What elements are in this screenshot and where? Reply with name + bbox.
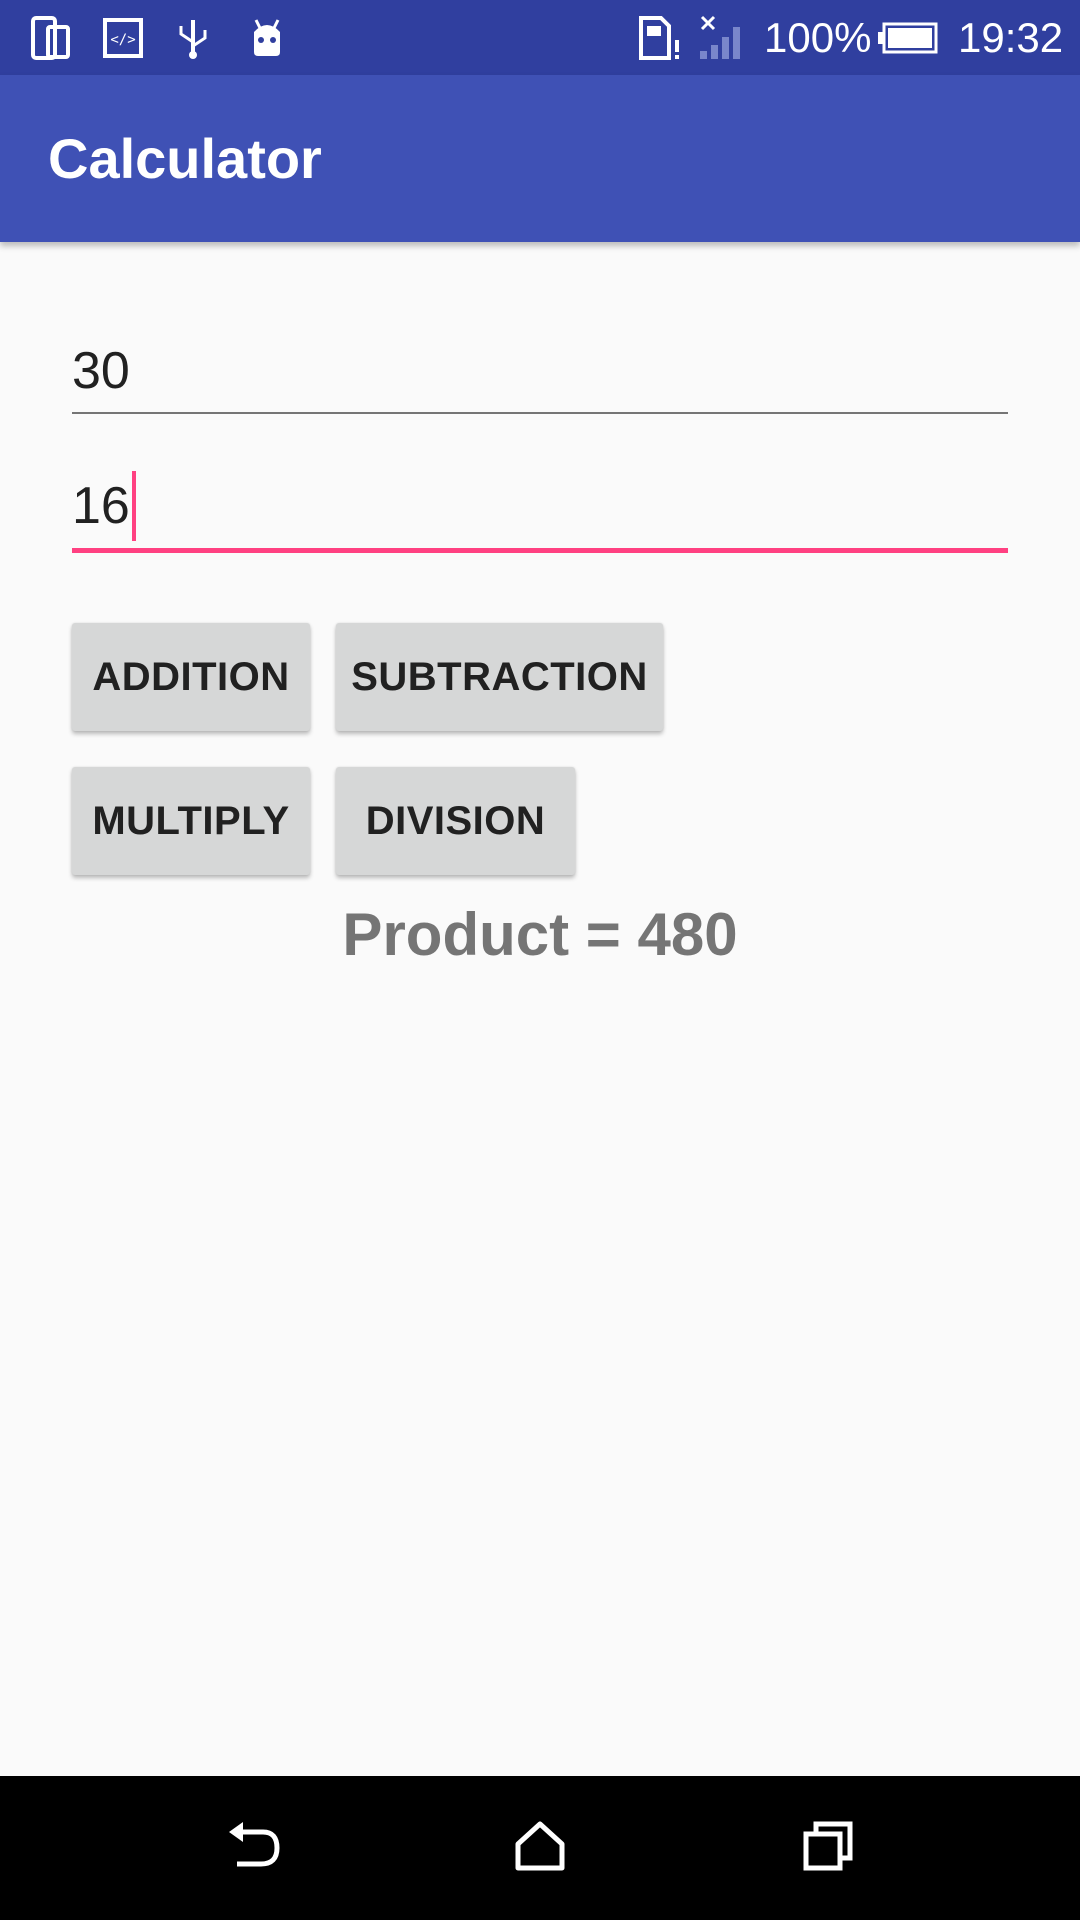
first-number-underline [72,412,1008,414]
battery-percent: 100% [764,14,872,61]
result-text: Product = 480 [342,901,738,968]
home-icon [514,1820,566,1877]
second-number-value: 16 [72,477,130,535]
app-title: Calculator [48,127,322,190]
first-number-value: 30 [72,342,130,400]
first-number-field[interactable]: 30 [72,336,1008,416]
status-bar: </> 100% 19:32 [0,0,1080,75]
back-button[interactable] [193,1776,313,1920]
phone-tablet-icon [30,0,72,75]
navigation-bar [0,1776,1080,1920]
signal-icon [698,0,748,75]
recents-icon [802,1820,854,1877]
code-icon: </> [103,0,143,75]
recents-button[interactable] [768,1776,888,1920]
app-bar: Calculator [0,75,1080,242]
text-cursor [131,471,136,541]
usb-icon [175,0,211,75]
second-number-field[interactable]: 16 [72,471,1008,555]
multiply-button[interactable]: MULTIPLY [72,767,310,875]
sim-alert-icon [637,0,681,75]
second-number-underline [72,548,1008,553]
addition-button[interactable]: ADDITION [72,623,310,731]
division-button[interactable]: DIVISION [336,767,575,875]
home-button[interactable] [480,1776,600,1920]
subtraction-button[interactable]: SUBTRACTION [336,623,663,731]
clock: 19:32 [958,14,1064,61]
svg-text:</>: </> [110,32,135,48]
android-icon [248,0,286,75]
second-number-input: 16 [72,471,1008,541]
back-icon [225,1820,281,1877]
battery-icon [878,0,938,75]
